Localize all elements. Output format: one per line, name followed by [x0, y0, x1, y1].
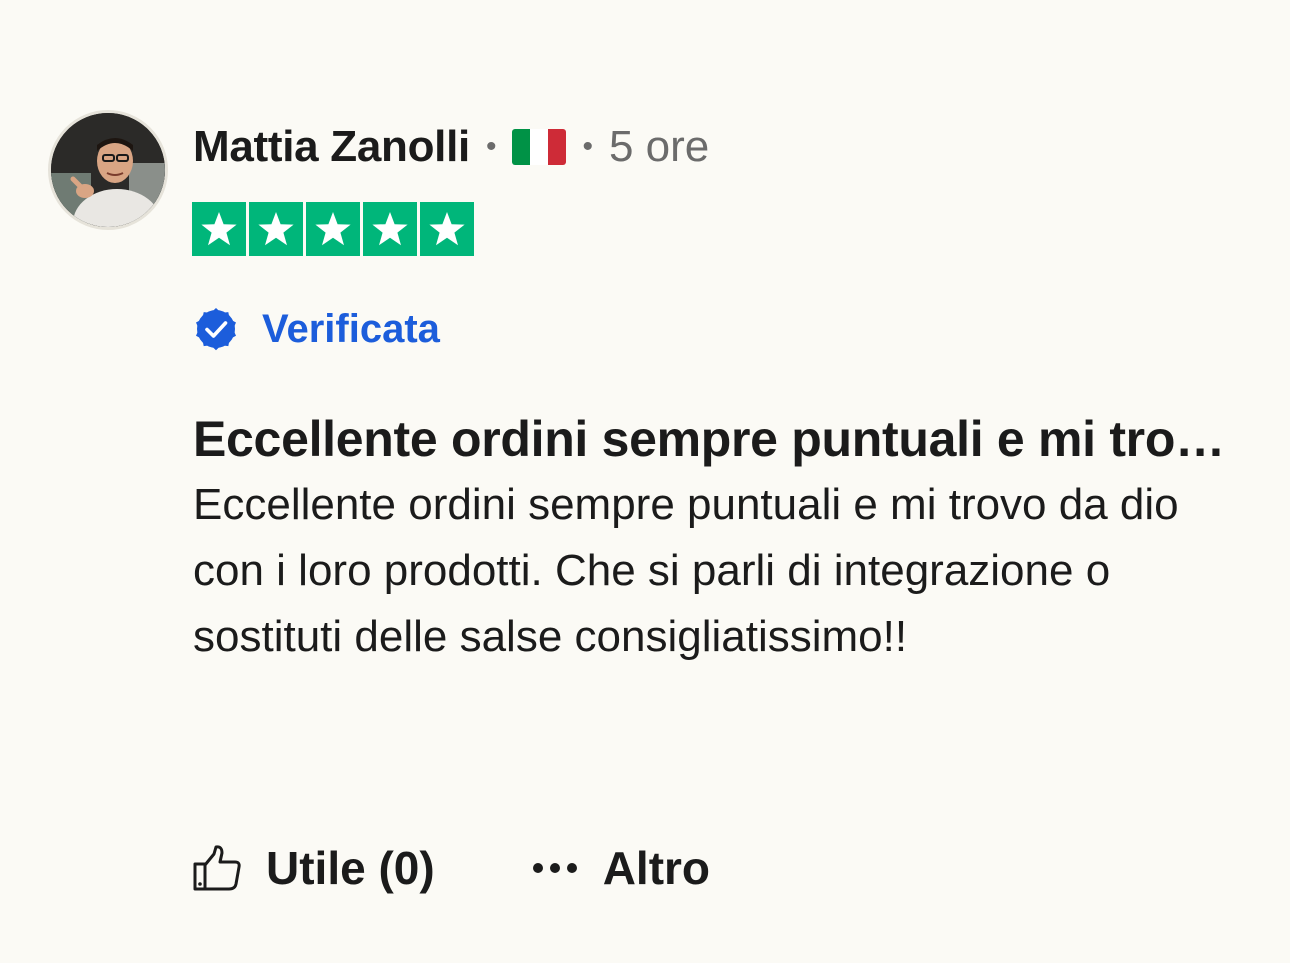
star-rating: [192, 202, 474, 256]
review-card: Mattia Zanolli • • 5 ore Verificata Ecce…: [0, 0, 1290, 963]
review-time: 5 ore: [608, 122, 710, 171]
avatar[interactable]: [48, 110, 168, 230]
flag-stripe: [548, 129, 567, 165]
more-button[interactable]: Altro: [531, 841, 710, 895]
verified-label: Verificata: [262, 306, 440, 351]
flag-stripe: [512, 129, 531, 165]
separator-dot: •: [582, 130, 593, 163]
country-flag-icon: [512, 129, 567, 165]
review-title[interactable]: Eccellente ordini sempre puntuali e mi t…: [193, 408, 1233, 470]
avatar-photo: [51, 113, 165, 227]
review-body: Eccellente ordini sempre puntuali e mi t…: [193, 480, 1179, 661]
author-name[interactable]: Mattia Zanolli: [193, 122, 470, 172]
more-label: Altro: [602, 842, 711, 894]
star-icon: [249, 202, 303, 256]
review-actions: Utile (0) Altro: [192, 836, 710, 900]
useful-label: Utile (0): [266, 842, 435, 894]
useful-button[interactable]: Utile (0): [192, 841, 435, 895]
verified-check-icon: [196, 308, 236, 351]
more-dots-icon: [532, 863, 577, 873]
star-icon: [192, 202, 246, 256]
star-icon: [306, 202, 360, 256]
star-icon: [420, 202, 474, 256]
star-icon: [363, 202, 417, 256]
thumbs-up-icon: [193, 845, 241, 891]
separator-dot: •: [485, 130, 497, 163]
flag-stripe: [530, 129, 549, 165]
verified-badge[interactable]: Verificata: [192, 305, 440, 353]
review-header: Mattia Zanolli • • 5 ore: [193, 118, 709, 176]
